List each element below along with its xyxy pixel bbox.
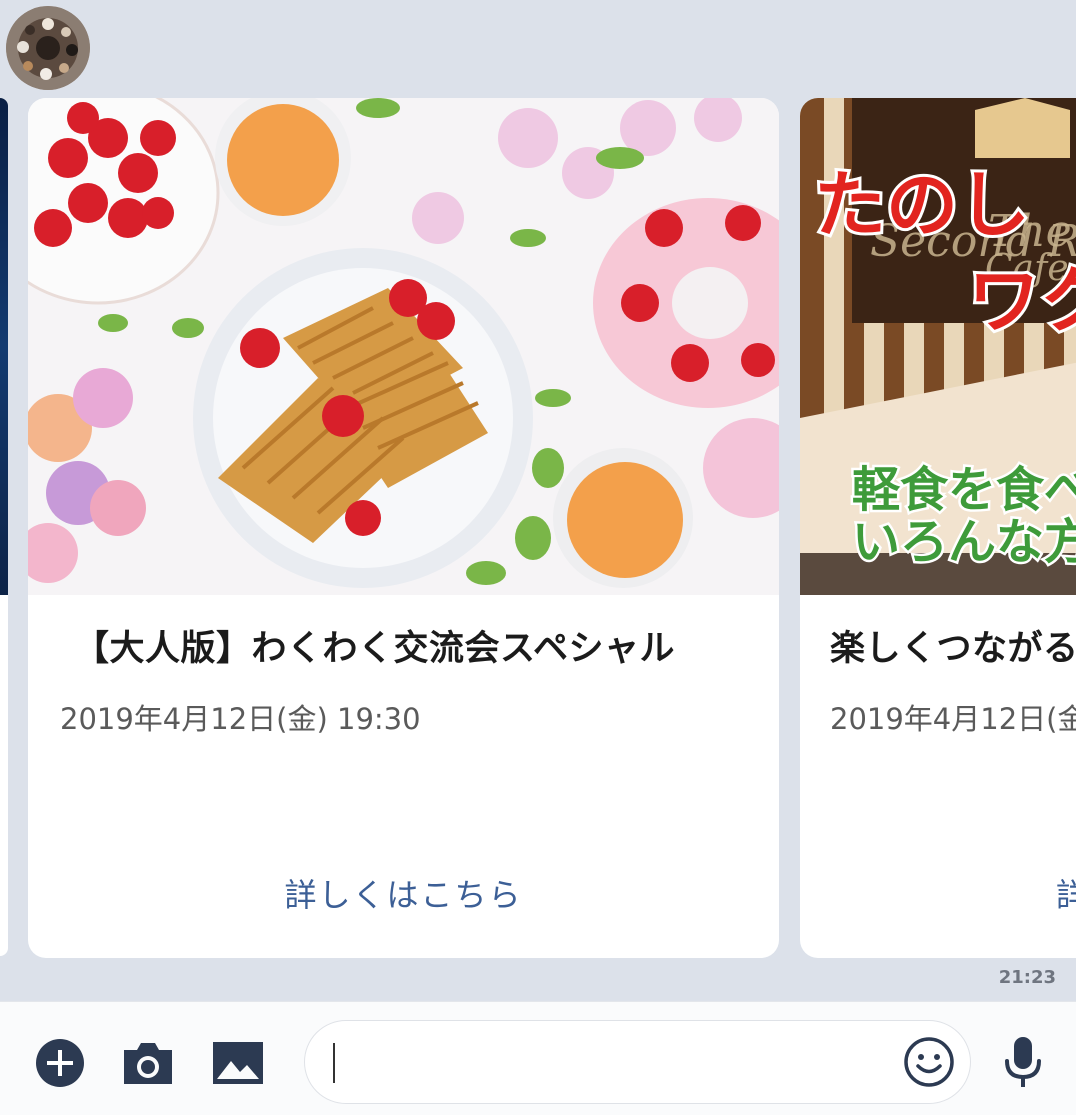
message-input[interactable] bbox=[329, 1035, 889, 1091]
details-link[interactable]: 詳 bbox=[1056, 870, 1076, 916]
cafe-promo-image: The Second R Cafe たのし ワク 軽食を食べ いろんな方 bbox=[800, 98, 1076, 595]
card-title: 楽しくつながる bbox=[830, 629, 1076, 669]
details-link[interactable]: 詳しくはこちら bbox=[28, 870, 779, 916]
message-input-bar bbox=[0, 1001, 1076, 1115]
plus-button[interactable] bbox=[33, 1036, 87, 1090]
carousel-card-next[interactable]: The Second R Cafe たのし ワク 軽食を食べ いろんな方 楽しく… bbox=[800, 98, 1076, 958]
message-timestamp: 21:23 bbox=[998, 967, 1056, 988]
card-image[interactable]: The Second R Cafe たのし ワク 軽食を食べ いろんな方 bbox=[800, 98, 1076, 595]
card-date: 2019年4月12日(金 bbox=[830, 702, 1076, 736]
image-button[interactable] bbox=[211, 1036, 265, 1090]
card-image[interactable] bbox=[28, 98, 779, 595]
emoji-button[interactable] bbox=[902, 1035, 956, 1089]
body-text-2: いろんな方 bbox=[852, 514, 1076, 570]
mic-button[interactable] bbox=[996, 1036, 1050, 1090]
headline-text-1: たのし bbox=[814, 163, 1030, 247]
card-title: 【大人版】わくわく交流会スペシャル bbox=[74, 629, 676, 669]
message-field[interactable] bbox=[304, 1020, 971, 1104]
camera-button[interactable] bbox=[121, 1036, 175, 1090]
camera-icon bbox=[124, 1043, 172, 1084]
avatar-image bbox=[6, 6, 90, 90]
headline-text-2: ワク bbox=[968, 259, 1076, 343]
body-text-1: 軽食を食べ bbox=[852, 462, 1076, 518]
text-caret bbox=[333, 1043, 335, 1083]
card-date: 2019年4月12日(金) 19:30 bbox=[60, 702, 421, 736]
avatar[interactable] bbox=[6, 6, 90, 90]
plus-icon bbox=[36, 1039, 84, 1087]
card-image bbox=[0, 98, 8, 595]
mic-icon bbox=[1005, 1037, 1041, 1087]
carousel-card[interactable]: 【大人版】わくわく交流会スペシャル 2019年4月12日(金) 19:30 詳し… bbox=[28, 98, 779, 958]
waffle-breakfast-photo bbox=[28, 98, 779, 595]
carousel-card-previous[interactable] bbox=[0, 98, 8, 956]
emoji-icon bbox=[904, 1037, 954, 1087]
image-icon bbox=[213, 1042, 263, 1084]
